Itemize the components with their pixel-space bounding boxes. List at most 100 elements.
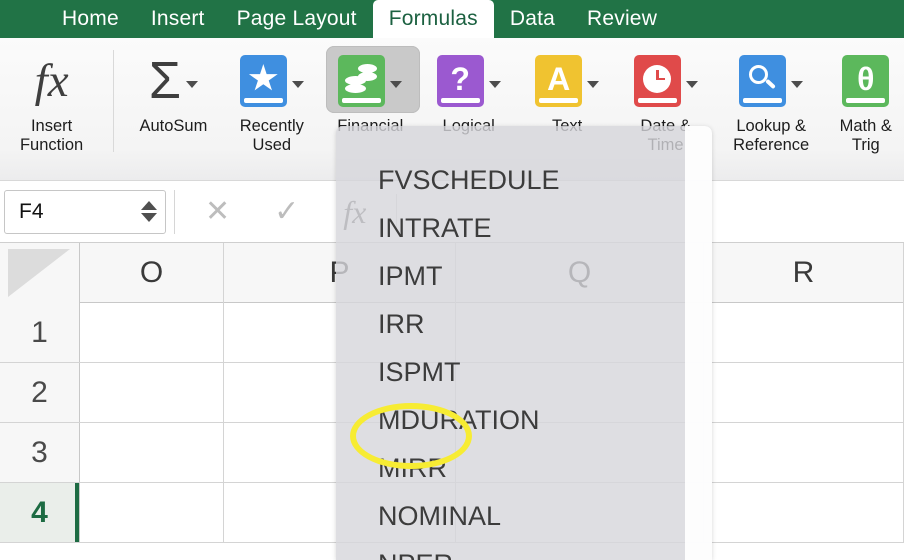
tab-data[interactable]: Data xyxy=(494,0,571,38)
row-header-label: 2 xyxy=(31,375,48,409)
date-time-icon-row xyxy=(633,50,698,112)
grid-cell[interactable] xyxy=(704,303,904,362)
star-book-icon xyxy=(239,55,287,107)
tab-home[interactable]: Home xyxy=(46,0,135,38)
grid-cell[interactable] xyxy=(80,483,224,542)
tab-page-layout[interactable]: Page Layout xyxy=(221,0,373,38)
dropdown-list: FVSCHEDULE INTRATE IPMT IRR ISPMT MDURAT… xyxy=(336,156,712,560)
ribbon-tab-bar: Home Insert Page Layout Formulas Data Re… xyxy=(0,0,904,38)
menu-item-label: IRR xyxy=(378,308,425,339)
logical-icon-row: ? xyxy=(436,50,501,112)
menu-item-irr[interactable]: IRR xyxy=(336,300,712,348)
lookup-reference-label-line1: Lookup & xyxy=(736,117,807,135)
coins-book-icon xyxy=(338,55,386,107)
insert-function-label: Insert Function xyxy=(20,117,83,155)
row-header-3[interactable]: 3 xyxy=(0,423,80,482)
question-book-icon: ? xyxy=(436,55,484,107)
math-trig-icon-row: θ xyxy=(842,50,890,112)
autosum-icon-row: Σ xyxy=(149,50,198,112)
name-box-value: F4 xyxy=(19,199,44,223)
tab-insert[interactable]: Insert xyxy=(135,0,221,38)
recently-used-button[interactable]: Recently Used xyxy=(223,44,321,174)
chevron-down-icon[interactable] xyxy=(685,80,698,88)
magnifier-handle xyxy=(764,78,776,89)
menu-item-label: NPER xyxy=(378,549,453,560)
sigma-icon: Σ xyxy=(148,52,181,110)
math-trig-button[interactable]: θ Math & Trig xyxy=(828,44,904,174)
recently-used-label: Recently Used xyxy=(240,117,304,155)
autosum-button[interactable]: Σ AutoSum xyxy=(124,44,222,174)
recently-used-icon-row xyxy=(239,50,304,112)
stepper-down-icon[interactable] xyxy=(141,213,157,222)
row-header-label: 4 xyxy=(31,495,48,529)
chevron-down-icon[interactable] xyxy=(587,80,600,88)
grid-cell[interactable] xyxy=(80,303,224,362)
math-trig-label-line1: Math & xyxy=(839,117,892,135)
chevron-down-icon[interactable] xyxy=(185,80,198,88)
grid-cell[interactable] xyxy=(704,483,904,542)
row-header-4[interactable]: 4 xyxy=(0,483,80,542)
clock-glyph xyxy=(643,64,672,93)
tab-review[interactable]: Review xyxy=(571,0,673,38)
recently-used-label-line2: Used xyxy=(252,136,292,154)
name-box-stepper[interactable] xyxy=(141,201,157,222)
financial-dropdown-menu[interactable]: FVSCHEDULE INTRATE IPMT IRR ISPMT MDURAT… xyxy=(336,126,712,560)
menu-item-label: ISPMT xyxy=(378,356,461,387)
lookup-reference-label: Lookup & Reference xyxy=(733,117,809,155)
tab-label: Page Layout xyxy=(236,7,357,30)
insert-function-button[interactable]: Insert fx Insert Function xyxy=(0,44,103,174)
lookup-reference-label-line2: Reference xyxy=(733,136,810,154)
name-box[interactable]: F4 xyxy=(4,189,166,234)
question-glyph: ? xyxy=(450,60,470,97)
cancel-icon[interactable]: ✕ xyxy=(205,196,230,227)
confirm-icon[interactable]: ✓ xyxy=(274,196,299,227)
tab-label: Data xyxy=(509,7,555,30)
lookup-reference-button[interactable]: Lookup & Reference xyxy=(715,44,828,174)
star-glyph xyxy=(248,64,278,91)
menu-item-nominal[interactable]: NOMINAL xyxy=(336,492,712,540)
book-spine xyxy=(539,98,579,103)
row-header-2[interactable]: 2 xyxy=(0,363,80,422)
grid-cell[interactable] xyxy=(704,423,904,482)
theta-book-icon: θ xyxy=(842,55,890,107)
tab-formulas[interactable]: Formulas xyxy=(372,0,494,38)
menu-item-ipmt[interactable]: IPMT xyxy=(336,252,712,300)
magnifier-book-icon xyxy=(739,55,787,107)
grid-cell[interactable] xyxy=(80,363,224,422)
clock-book-icon xyxy=(633,55,681,107)
book-spine xyxy=(342,98,382,103)
chevron-down-icon[interactable] xyxy=(291,80,304,88)
theta-glyph: θ xyxy=(857,60,875,97)
grid-cell[interactable] xyxy=(704,363,904,422)
select-all-corner[interactable] xyxy=(0,243,80,303)
menu-item-nper[interactable]: NPER xyxy=(336,540,712,560)
chevron-down-icon[interactable] xyxy=(791,80,804,88)
text-icon-row: A xyxy=(535,50,600,112)
math-trig-label-line2: Trig xyxy=(851,136,880,154)
insert-function-icon-row: Insert fx xyxy=(35,50,69,112)
menu-item-intrate[interactable]: INTRATE xyxy=(336,204,712,252)
letter-a-book-icon: A xyxy=(535,55,583,107)
menu-item-ispmt[interactable]: ISPMT xyxy=(336,348,712,396)
row-header-label: 1 xyxy=(31,315,48,349)
menu-item-label: MDURATION xyxy=(378,404,540,435)
grid-cell[interactable] xyxy=(80,423,224,482)
menu-item-mduration[interactable]: MDURATION xyxy=(336,396,712,444)
column-header-label: O xyxy=(139,256,164,289)
menu-item-mirr[interactable]: MIRR xyxy=(336,444,712,492)
menu-item-fvschedule[interactable]: FVSCHEDULE xyxy=(336,156,712,204)
fx-icon-glyph: fx xyxy=(34,55,69,107)
column-header-O[interactable]: O xyxy=(80,243,224,303)
row-header-1[interactable]: 1 xyxy=(0,303,80,362)
recently-used-label-line1: Recently xyxy=(239,117,304,135)
insert-function-label-line2: Function xyxy=(19,136,84,154)
coins-glyph xyxy=(344,63,379,94)
column-header-R[interactable]: R xyxy=(704,243,904,303)
stepper-up-icon[interactable] xyxy=(141,201,157,210)
chevron-down-icon[interactable] xyxy=(488,80,501,88)
tab-label: Formulas xyxy=(388,7,478,30)
book-spine xyxy=(243,98,283,103)
dropdown-scrollbar[interactable] xyxy=(685,126,712,560)
excel-window: Home Insert Page Layout Formulas Data Re… xyxy=(0,0,904,560)
chevron-down-icon[interactable] xyxy=(390,80,403,88)
